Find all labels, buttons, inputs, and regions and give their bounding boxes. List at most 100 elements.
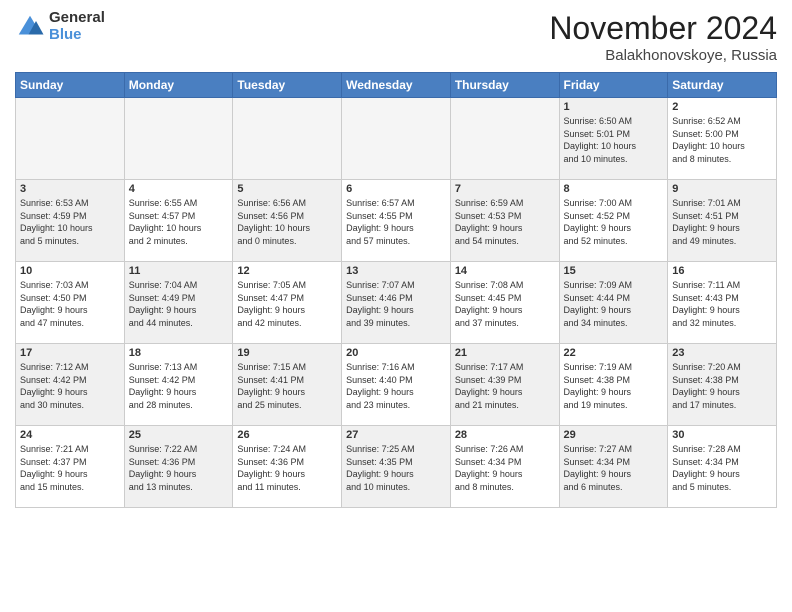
day-number: 8: [564, 183, 664, 195]
day-number: 10: [20, 265, 120, 277]
day-info: Sunrise: 7:28 AMSunset: 4:34 PMDaylight:…: [672, 443, 772, 493]
day-number: 26: [237, 429, 337, 441]
day-cell: 6Sunrise: 6:57 AMSunset: 4:55 PMDaylight…: [342, 180, 451, 262]
day-number: 28: [455, 429, 555, 441]
day-cell: 28Sunrise: 7:26 AMSunset: 4:34 PMDayligh…: [450, 426, 559, 508]
day-number: 14: [455, 265, 555, 277]
day-number: 3: [20, 183, 120, 195]
day-number: 9: [672, 183, 772, 195]
day-cell: 25Sunrise: 7:22 AMSunset: 4:36 PMDayligh…: [124, 426, 233, 508]
day-cell: 16 Sunrise: 7:11 AMSunset: 4:43 PMDayligh…: [668, 262, 777, 344]
day-info: Sunrise: 7:20 AMSunset: 4:38 PMDaylight:…: [672, 361, 772, 411]
day-info: Sunrise: 7:03 AMSunset: 4:50 PMDaylight:…: [20, 279, 120, 329]
day-info: Sunrise: 7:22 AMSunset: 4:36 PMDaylight:…: [129, 443, 229, 493]
day-cell: 15 Sunrise: 7:09 AMSunset: 4:44 PMDayligh…: [559, 262, 668, 344]
day-info: Sunrise: 7:21 AMSunset: 4:37 PMDaylight:…: [20, 443, 120, 493]
day-cell: 19 Sunrise: 7:15 AMSunset: 4:41 PMDayligh…: [233, 344, 342, 426]
header-cell-monday: Monday: [124, 73, 233, 98]
week-row-5: 24Sunrise: 7:21 AMSunset: 4:37 PMDayligh…: [16, 426, 777, 508]
day-cell: 3 Sunrise: 6:53 AMSunset: 4:59 PMDaylight…: [16, 180, 125, 262]
day-cell: 7 Sunrise: 6:59 AMSunset: 4:53 PMDaylight…: [450, 180, 559, 262]
day-info: Sunrise: 6:59 AMSunset: 4:53 PMDaylight:…: [455, 197, 555, 247]
day-number: 7: [455, 183, 555, 195]
day-info: Sunrise: 7:04 AMSunset: 4:49 PMDaylight:…: [129, 279, 229, 329]
day-number: 19: [237, 347, 337, 359]
day-number: 22: [564, 347, 664, 359]
day-cell: 2Sunrise: 6:52 AMSunset: 5:00 PMDaylight…: [668, 98, 777, 180]
day-cell: [233, 98, 342, 180]
day-cell: 4 Sunrise: 6:55 AMSunset: 4:57 PMDaylight…: [124, 180, 233, 262]
day-number: 6: [346, 183, 446, 195]
location: Balakhonovskoye, Russia: [549, 47, 777, 64]
day-number: 4: [129, 183, 229, 195]
day-cell: 9 Sunrise: 7:01 AMSunset: 4:51 PMDaylight…: [668, 180, 777, 262]
logo-icon: [15, 12, 45, 42]
header-cell-saturday: Saturday: [668, 73, 777, 98]
title-block: November 2024 Balakhonovskoye, Russia: [549, 10, 777, 64]
day-cell: 20 Sunrise: 7:16 AMSunset: 4:40 PMDayligh…: [342, 344, 451, 426]
day-cell: 24Sunrise: 7:21 AMSunset: 4:37 PMDayligh…: [16, 426, 125, 508]
day-info: Sunrise: 7:19 AMSunset: 4:38 PMDaylight:…: [564, 361, 664, 411]
day-cell: 21 Sunrise: 7:17 AMSunset: 4:39 PMDayligh…: [450, 344, 559, 426]
header-cell-tuesday: Tuesday: [233, 73, 342, 98]
day-cell: [124, 98, 233, 180]
week-row-2: 3 Sunrise: 6:53 AMSunset: 4:59 PMDaylight…: [16, 180, 777, 262]
week-row-1: 1Sunrise: 6:50 AMSunset: 5:01 PMDaylight…: [16, 98, 777, 180]
day-cell: 30 Sunrise: 7:28 AMSunset: 4:34 PMDayligh…: [668, 426, 777, 508]
day-info: Sunrise: 7:08 AMSunset: 4:45 PMDaylight:…: [455, 279, 555, 329]
day-info: Sunrise: 7:01 AMSunset: 4:51 PMDaylight:…: [672, 197, 772, 247]
day-number: 11: [129, 265, 229, 277]
day-number: 17: [20, 347, 120, 359]
day-cell: 29 Sunrise: 7:27 AMSunset: 4:34 PMDayligh…: [559, 426, 668, 508]
day-number: 15: [564, 265, 664, 277]
day-number: 29: [564, 429, 664, 441]
day-cell: 1Sunrise: 6:50 AMSunset: 5:01 PMDaylight…: [559, 98, 668, 180]
logo: General Blue: [15, 10, 105, 43]
logo-blue: Blue: [49, 27, 105, 44]
day-info: Sunrise: 7:24 AMSunset: 4:36 PMDaylight:…: [237, 443, 337, 493]
day-info: Sunrise: 6:55 AMSunset: 4:57 PMDaylight:…: [129, 197, 229, 247]
day-cell: 10 Sunrise: 7:03 AMSunset: 4:50 PMDayligh…: [16, 262, 125, 344]
header: General Blue November 2024 Balakhonovsko…: [15, 10, 777, 64]
day-info: Sunrise: 6:53 AMSunset: 4:59 PMDaylight:…: [20, 197, 120, 247]
day-info: Sunrise: 6:52 AMSunset: 5:00 PMDaylight:…: [672, 115, 772, 165]
day-cell: 14 Sunrise: 7:08 AMSunset: 4:45 PMDayligh…: [450, 262, 559, 344]
day-cell: 22 Sunrise: 7:19 AMSunset: 4:38 PMDayligh…: [559, 344, 668, 426]
day-info: Sunrise: 7:00 AMSunset: 4:52 PMDaylight:…: [564, 197, 664, 247]
day-cell: 11 Sunrise: 7:04 AMSunset: 4:49 PMDayligh…: [124, 262, 233, 344]
day-info: Sunrise: 7:16 AMSunset: 4:40 PMDaylight:…: [346, 361, 446, 411]
logo-text: General Blue: [49, 10, 105, 43]
day-info: Sunrise: 7:11 AMSunset: 4:43 PMDaylight:…: [672, 279, 772, 329]
day-cell: 27 Sunrise: 7:25 AMSunset: 4:35 PMDayligh…: [342, 426, 451, 508]
day-number: 30: [672, 429, 772, 441]
day-info: Sunrise: 7:05 AMSunset: 4:47 PMDaylight:…: [237, 279, 337, 329]
day-info: Sunrise: 7:25 AMSunset: 4:35 PMDaylight:…: [346, 443, 446, 493]
day-cell: 23Sunrise: 7:20 AMSunset: 4:38 PMDayligh…: [668, 344, 777, 426]
day-cell: 5Sunrise: 6:56 AMSunset: 4:56 PMDaylight…: [233, 180, 342, 262]
day-info: Sunrise: 7:15 AMSunset: 4:41 PMDaylight:…: [237, 361, 337, 411]
day-number: 13: [346, 265, 446, 277]
day-number: 27: [346, 429, 446, 441]
day-number: 16: [672, 265, 772, 277]
day-number: 20: [346, 347, 446, 359]
day-cell: 12 Sunrise: 7:05 AMSunset: 4:47 PMDayligh…: [233, 262, 342, 344]
week-row-3: 10 Sunrise: 7:03 AMSunset: 4:50 PMDayligh…: [16, 262, 777, 344]
day-cell: 8 Sunrise: 7:00 AMSunset: 4:52 PMDaylight…: [559, 180, 668, 262]
day-info: Sunrise: 7:27 AMSunset: 4:34 PMDaylight:…: [564, 443, 664, 493]
logo-general: General: [49, 10, 105, 27]
header-cell-friday: Friday: [559, 73, 668, 98]
day-cell: 13Sunrise: 7:07 AMSunset: 4:46 PMDayligh…: [342, 262, 451, 344]
day-cell: [450, 98, 559, 180]
header-cell-wednesday: Wednesday: [342, 73, 451, 98]
month-title: November 2024: [549, 10, 777, 47]
day-number: 21: [455, 347, 555, 359]
day-info: Sunrise: 7:13 AMSunset: 4:42 PMDaylight:…: [129, 361, 229, 411]
day-number: 12: [237, 265, 337, 277]
calendar-table: SundayMondayTuesdayWednesdayThursdayFrid…: [15, 72, 777, 508]
day-info: Sunrise: 6:56 AMSunset: 4:56 PMDaylight:…: [237, 197, 337, 247]
day-cell: [342, 98, 451, 180]
day-info: Sunrise: 7:09 AMSunset: 4:44 PMDaylight:…: [564, 279, 664, 329]
day-cell: [16, 98, 125, 180]
day-info: Sunrise: 7:17 AMSunset: 4:39 PMDaylight:…: [455, 361, 555, 411]
day-cell: 17Sunrise: 7:12 AMSunset: 4:42 PMDayligh…: [16, 344, 125, 426]
